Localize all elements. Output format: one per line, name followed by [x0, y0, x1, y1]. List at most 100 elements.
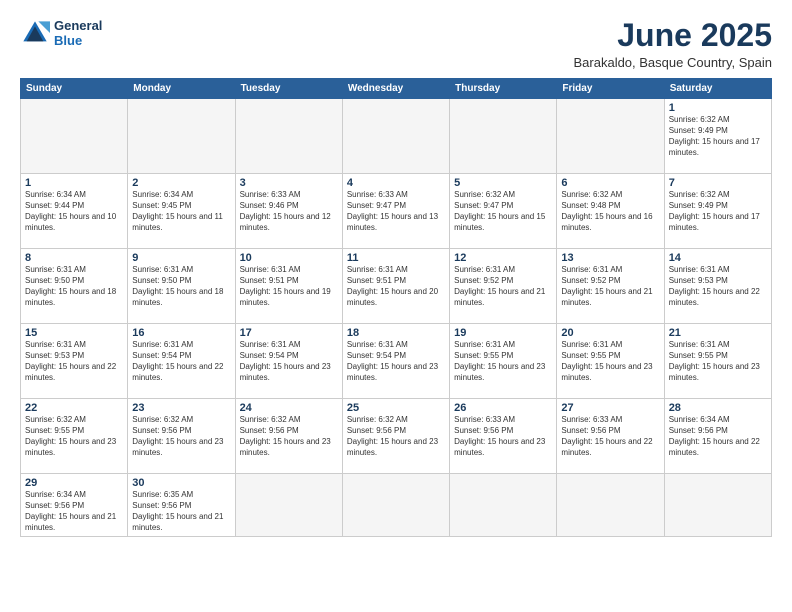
weekday-header: Monday	[128, 79, 235, 99]
calendar-cell: 7Sunrise: 6:32 AMSunset: 9:49 PMDaylight…	[664, 174, 771, 249]
day-number: 27	[561, 402, 659, 414]
day-info: Sunrise: 6:31 AMSunset: 9:53 PMDaylight:…	[25, 340, 123, 383]
subtitle: Barakaldo, Basque Country, Spain	[574, 55, 773, 70]
day-info: Sunrise: 6:31 AMSunset: 9:55 PMDaylight:…	[454, 340, 552, 383]
calendar-cell: 14Sunrise: 6:31 AMSunset: 9:53 PMDayligh…	[664, 249, 771, 324]
day-number: 28	[669, 402, 767, 414]
calendar-table: SundayMondayTuesdayWednesdayThursdayFrid…	[20, 78, 772, 537]
day-info: Sunrise: 6:31 AMSunset: 9:50 PMDaylight:…	[25, 265, 123, 308]
day-number: 2	[132, 177, 230, 189]
day-number: 18	[347, 327, 445, 339]
calendar-cell: 23Sunrise: 6:32 AMSunset: 9:56 PMDayligh…	[128, 399, 235, 474]
day-info: Sunrise: 6:33 AMSunset: 9:56 PMDaylight:…	[454, 415, 552, 458]
day-number: 8	[25, 252, 123, 264]
day-number: 1	[25, 177, 123, 189]
day-info: Sunrise: 6:32 AMSunset: 9:48 PMDaylight:…	[561, 190, 659, 233]
day-number: 24	[240, 402, 338, 414]
calendar-cell: 11Sunrise: 6:31 AMSunset: 9:51 PMDayligh…	[342, 249, 449, 324]
day-number: 9	[132, 252, 230, 264]
day-info: Sunrise: 6:32 AMSunset: 9:49 PMDaylight:…	[669, 190, 767, 233]
weekday-header-row: SundayMondayTuesdayWednesdayThursdayFrid…	[21, 79, 772, 99]
calendar-cell: 20Sunrise: 6:31 AMSunset: 9:55 PMDayligh…	[557, 324, 664, 399]
weekday-header: Friday	[557, 79, 664, 99]
calendar-cell: 5Sunrise: 6:32 AMSunset: 9:47 PMDaylight…	[450, 174, 557, 249]
calendar-week-row: 1Sunrise: 6:34 AMSunset: 9:44 PMDaylight…	[21, 174, 772, 249]
logo-icon	[20, 18, 50, 48]
calendar-cell: 10Sunrise: 6:31 AMSunset: 9:51 PMDayligh…	[235, 249, 342, 324]
calendar-cell: 28Sunrise: 6:34 AMSunset: 9:56 PMDayligh…	[664, 399, 771, 474]
day-info: Sunrise: 6:34 AMSunset: 9:44 PMDaylight:…	[25, 190, 123, 233]
day-number: 6	[561, 177, 659, 189]
header: General Blue June 2025 Barakaldo, Basque…	[20, 18, 772, 70]
day-number: 7	[669, 177, 767, 189]
calendar-week-row: 1Sunrise: 6:32 AMSunset: 9:49 PMDaylight…	[21, 99, 772, 174]
calendar-cell: 22Sunrise: 6:32 AMSunset: 9:55 PMDayligh…	[21, 399, 128, 474]
calendar-cell: 29Sunrise: 6:34 AMSunset: 9:56 PMDayligh…	[21, 474, 128, 537]
day-info: Sunrise: 6:35 AMSunset: 9:56 PMDaylight:…	[132, 490, 230, 533]
calendar-cell: 27Sunrise: 6:33 AMSunset: 9:56 PMDayligh…	[557, 399, 664, 474]
logo: General Blue	[20, 18, 102, 48]
weekday-header: Sunday	[21, 79, 128, 99]
calendar-cell: 16Sunrise: 6:31 AMSunset: 9:54 PMDayligh…	[128, 324, 235, 399]
day-number: 14	[669, 252, 767, 264]
day-number: 4	[347, 177, 445, 189]
calendar-cell: 24Sunrise: 6:32 AMSunset: 9:56 PMDayligh…	[235, 399, 342, 474]
calendar-cell	[235, 474, 342, 537]
calendar-cell	[664, 474, 771, 537]
calendar-cell: 17Sunrise: 6:31 AMSunset: 9:54 PMDayligh…	[235, 324, 342, 399]
calendar-week-row: 29Sunrise: 6:34 AMSunset: 9:56 PMDayligh…	[21, 474, 772, 537]
day-info: Sunrise: 6:33 AMSunset: 9:46 PMDaylight:…	[240, 190, 338, 233]
calendar-cell	[342, 99, 449, 174]
calendar-cell	[450, 99, 557, 174]
calendar-page: General Blue June 2025 Barakaldo, Basque…	[0, 0, 792, 612]
day-info: Sunrise: 6:31 AMSunset: 9:55 PMDaylight:…	[669, 340, 767, 383]
day-number: 20	[561, 327, 659, 339]
day-number: 22	[25, 402, 123, 414]
weekday-header: Wednesday	[342, 79, 449, 99]
day-number: 3	[240, 177, 338, 189]
calendar-week-row: 8Sunrise: 6:31 AMSunset: 9:50 PMDaylight…	[21, 249, 772, 324]
calendar-cell: 26Sunrise: 6:33 AMSunset: 9:56 PMDayligh…	[450, 399, 557, 474]
weekday-header: Tuesday	[235, 79, 342, 99]
calendar-cell: 6Sunrise: 6:32 AMSunset: 9:48 PMDaylight…	[557, 174, 664, 249]
month-title: June 2025	[574, 18, 773, 53]
day-info: Sunrise: 6:32 AMSunset: 9:47 PMDaylight:…	[454, 190, 552, 233]
calendar-cell	[235, 99, 342, 174]
day-number: 21	[669, 327, 767, 339]
calendar-cell: 2Sunrise: 6:34 AMSunset: 9:45 PMDaylight…	[128, 174, 235, 249]
weekday-header: Saturday	[664, 79, 771, 99]
day-number: 19	[454, 327, 552, 339]
day-number: 15	[25, 327, 123, 339]
day-number: 25	[347, 402, 445, 414]
calendar-cell: 18Sunrise: 6:31 AMSunset: 9:54 PMDayligh…	[342, 324, 449, 399]
calendar-cell: 4Sunrise: 6:33 AMSunset: 9:47 PMDaylight…	[342, 174, 449, 249]
logo-text: General Blue	[54, 18, 102, 48]
day-info: Sunrise: 6:31 AMSunset: 9:52 PMDaylight:…	[561, 265, 659, 308]
day-info: Sunrise: 6:31 AMSunset: 9:50 PMDaylight:…	[132, 265, 230, 308]
calendar-week-row: 15Sunrise: 6:31 AMSunset: 9:53 PMDayligh…	[21, 324, 772, 399]
day-number: 12	[454, 252, 552, 264]
calendar-cell: 19Sunrise: 6:31 AMSunset: 9:55 PMDayligh…	[450, 324, 557, 399]
day-info: Sunrise: 6:32 AMSunset: 9:56 PMDaylight:…	[132, 415, 230, 458]
calendar-cell: 1Sunrise: 6:34 AMSunset: 9:44 PMDaylight…	[21, 174, 128, 249]
weekday-header: Thursday	[450, 79, 557, 99]
day-info: Sunrise: 6:31 AMSunset: 9:55 PMDaylight:…	[561, 340, 659, 383]
day-info: Sunrise: 6:32 AMSunset: 9:56 PMDaylight:…	[347, 415, 445, 458]
day-number: 5	[454, 177, 552, 189]
day-info: Sunrise: 6:32 AMSunset: 9:49 PMDaylight:…	[669, 115, 767, 158]
day-info: Sunrise: 6:31 AMSunset: 9:54 PMDaylight:…	[240, 340, 338, 383]
day-number: 13	[561, 252, 659, 264]
calendar-cell	[557, 474, 664, 537]
calendar-cell: 15Sunrise: 6:31 AMSunset: 9:53 PMDayligh…	[21, 324, 128, 399]
calendar-cell: 30Sunrise: 6:35 AMSunset: 9:56 PMDayligh…	[128, 474, 235, 537]
day-info: Sunrise: 6:31 AMSunset: 9:53 PMDaylight:…	[669, 265, 767, 308]
calendar-cell: 25Sunrise: 6:32 AMSunset: 9:56 PMDayligh…	[342, 399, 449, 474]
calendar-cell	[128, 99, 235, 174]
calendar-cell: 9Sunrise: 6:31 AMSunset: 9:50 PMDaylight…	[128, 249, 235, 324]
day-number: 23	[132, 402, 230, 414]
day-number: 1	[669, 102, 767, 114]
day-info: Sunrise: 6:31 AMSunset: 9:51 PMDaylight:…	[240, 265, 338, 308]
title-block: June 2025 Barakaldo, Basque Country, Spa…	[574, 18, 773, 70]
day-info: Sunrise: 6:31 AMSunset: 9:52 PMDaylight:…	[454, 265, 552, 308]
day-info: Sunrise: 6:34 AMSunset: 9:56 PMDaylight:…	[25, 490, 123, 533]
